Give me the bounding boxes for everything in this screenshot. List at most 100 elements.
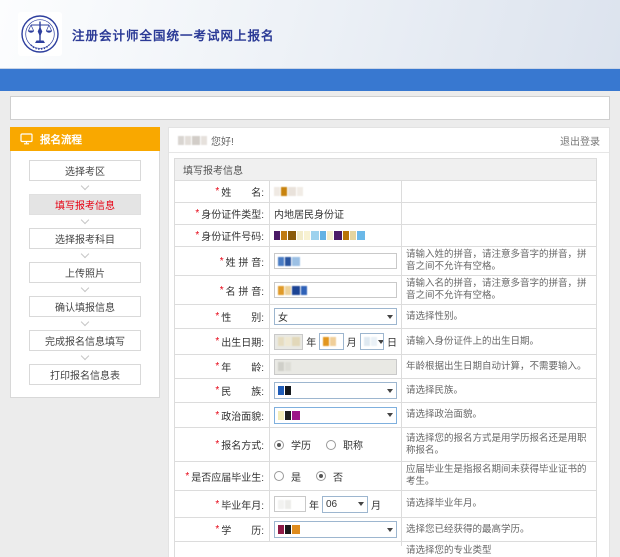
monitor-icon	[20, 133, 33, 145]
age-redacted	[278, 362, 292, 371]
birth-year-input[interactable]	[274, 334, 303, 350]
site-header: 注册会计师全国统一考试网上报名	[0, 0, 620, 68]
dropdown-arrow-icon	[387, 528, 393, 532]
graduation-date-label: * 毕业年月:	[175, 491, 270, 517]
required-asterisk: *	[215, 336, 219, 347]
required-asterisk: *	[195, 208, 199, 219]
form-row-pinyin-first: * 名 拼 音: 请输入名的拼音，请注意多音字的拼音，拼音之间不允许有空格。	[174, 276, 597, 305]
ethnicity-hint: 请选择民族。	[402, 379, 596, 402]
required-asterisk: *	[215, 499, 219, 510]
unit-year: 年	[306, 334, 316, 349]
radio-graduate-yes[interactable]	[274, 471, 284, 481]
form-row-political-status: * 政治面貌: 请选择政治面貌。	[174, 403, 597, 428]
partial-hint: 请选择您的专业类型	[402, 542, 596, 557]
main-nav-bar	[0, 68, 620, 91]
chevron-down-icon	[81, 181, 89, 189]
pinyin-first-hint: 请输入名的拼音，请注意多音字的拼音，拼音之间不允许有空格。	[402, 276, 596, 304]
registration-method-hint: 请选择您的报名方式是用学历报名还是用职称报名。	[402, 428, 596, 461]
id-type-hint	[402, 203, 596, 224]
graduation-month-select[interactable]: 06	[322, 496, 368, 513]
graduation-year-input[interactable]	[274, 496, 306, 512]
greeting-text: 您好!	[211, 133, 234, 148]
cpa-emblem-icon	[20, 14, 60, 54]
radio-method-title-label: 职称	[343, 437, 363, 452]
unit-month: 月	[347, 334, 357, 349]
radio-method-education-label: 学历	[291, 437, 311, 452]
id-number-redacted	[274, 231, 366, 240]
logout-link[interactable]: 退出登录	[560, 133, 600, 148]
political-status-hint: 请选择政治面貌。	[402, 403, 596, 427]
required-asterisk: *	[195, 230, 199, 241]
registration-form: 填写报考信息 * 姓 名: * 身份证件类型: 内地居民身	[169, 153, 609, 557]
radio-graduate-yes-label: 是	[291, 469, 301, 484]
sidebar-step-complete-registration[interactable]: 完成报名信息填写	[29, 330, 141, 351]
education-level-hint: 选择您已经获得的最高学历。	[402, 518, 596, 541]
gender-label: * 性 别:	[175, 305, 270, 328]
id-type-label: * 身份证件类型:	[175, 203, 270, 224]
id-number-hint	[402, 225, 596, 246]
radio-method-title[interactable]	[326, 440, 336, 450]
gender-select[interactable]: 女	[274, 308, 397, 325]
ethnicity-select[interactable]	[274, 382, 397, 399]
chevron-down-icon	[81, 283, 89, 291]
pinyin-last-input[interactable]	[274, 253, 397, 269]
id-type-value: 内地居民身份证	[274, 206, 344, 221]
radio-graduate-no-label: 否	[333, 469, 343, 484]
ethnicity-redacted	[278, 386, 292, 395]
sidebar-step-upload-photo[interactable]: 上传照片	[29, 262, 141, 283]
radio-graduate-no[interactable]	[316, 471, 326, 481]
pinyin-first-input[interactable]	[274, 282, 397, 298]
required-asterisk: *	[220, 285, 224, 296]
greeting-bar: 您好! 退出登录	[169, 128, 609, 153]
required-asterisk: *	[215, 186, 219, 197]
required-asterisk: *	[220, 256, 224, 267]
name-value-redacted	[274, 187, 304, 196]
fresh-graduate-label: * 是否应届毕业生:	[175, 462, 270, 490]
form-row-fresh-graduate: * 是否应届毕业生: 是 否 应届毕业生是指报名期间未获得毕业证书的考生。	[174, 462, 597, 491]
form-row-ethnicity: * 民 族: 请选择民族。	[174, 379, 597, 403]
required-asterisk: *	[185, 471, 189, 482]
birth-date-label: * 出生日期:	[175, 329, 270, 354]
section-header: 填写报考信息	[174, 158, 597, 181]
pinyin-first-redacted	[278, 286, 308, 295]
education-level-select[interactable]	[274, 521, 397, 538]
form-row-registration-method: * 报名方式: 学历 职称 请选择您的报名方式是用学历报名还是用职称报名。	[174, 428, 597, 462]
form-row-pinyin-last: * 姓 拼 音: 请输入姓的拼音，请注意多音字的拼音，拼音之间不允许有空格。	[174, 247, 597, 276]
birth-day-select[interactable]	[360, 333, 384, 350]
birth-year-redacted	[278, 337, 301, 346]
sidebar-step-confirm-info[interactable]: 确认填报信息	[29, 296, 141, 317]
radio-method-education[interactable]	[274, 440, 284, 450]
ethnicity-label: * 民 族:	[175, 379, 270, 402]
chevron-down-icon	[81, 249, 89, 257]
political-status-select[interactable]	[274, 407, 397, 424]
education-level-label: * 学 历:	[175, 518, 270, 541]
required-asterisk: *	[215, 410, 219, 421]
registration-method-label: * 报名方式:	[175, 428, 270, 461]
site-title: 注册会计师全国统一考试网上报名	[72, 25, 275, 44]
fresh-graduate-hint: 应届毕业生是指报名期间未获得毕业证书的考生。	[402, 462, 596, 490]
menu-strip	[10, 96, 610, 120]
dropdown-arrow-icon	[387, 413, 393, 417]
gender-select-value: 女	[278, 309, 387, 324]
sidebar-step-fill-registration-info[interactable]: 填写报考信息	[29, 194, 141, 215]
age-input	[274, 359, 397, 375]
education-level-redacted	[278, 525, 301, 534]
form-row-name: * 姓 名:	[174, 181, 597, 203]
required-asterisk: *	[215, 311, 219, 322]
unit-year: 年	[309, 497, 319, 512]
registration-flow-sidebar: 报名流程 选择考区 填写报考信息 选择报考科目 上传照片 确认填报信息 完成报名…	[10, 127, 160, 398]
political-status-label: * 政治面貌:	[175, 403, 270, 427]
sidebar-step-select-subjects[interactable]: 选择报考科目	[29, 228, 141, 249]
birth-month-select[interactable]	[319, 333, 343, 350]
sidebar-step-select-exam-area[interactable]: 选择考区	[29, 160, 141, 181]
flow-panel: 选择考区 填写报考信息 选择报考科目 上传照片 确认填报信息 完成报名信息填写 …	[10, 151, 160, 398]
sidebar-step-print-form[interactable]: 打印报名信息表	[29, 364, 141, 385]
graduation-year-redacted	[278, 500, 292, 509]
name-label: * 姓 名:	[175, 181, 270, 202]
pinyin-last-label: * 姓 拼 音:	[175, 247, 270, 275]
pinyin-first-label: * 名 拼 音:	[175, 276, 270, 304]
dropdown-arrow-icon	[358, 502, 364, 506]
flow-header: 报名流程	[10, 127, 160, 151]
dropdown-arrow-icon	[387, 389, 393, 393]
form-row-id-type: * 身份证件类型: 内地居民身份证	[174, 203, 597, 225]
